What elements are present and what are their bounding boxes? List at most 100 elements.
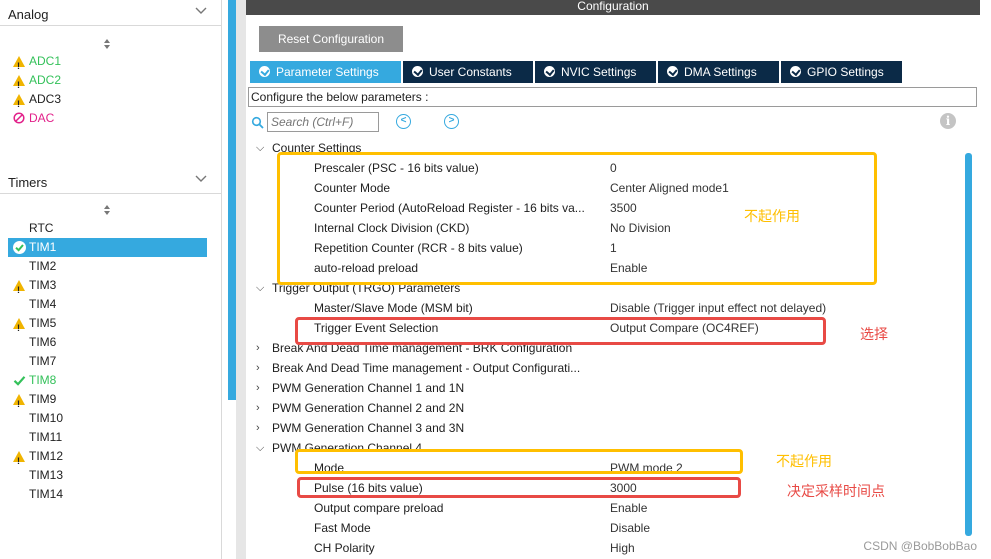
chevron-right-icon[interactable]: › xyxy=(256,398,260,418)
category-header-timers[interactable]: Timers xyxy=(0,168,222,194)
watermark: CSDN @BobBobBao xyxy=(863,539,977,553)
list-item-label: ADC1 xyxy=(29,54,62,68)
search-input[interactable] xyxy=(267,112,379,132)
list-item-tim8[interactable]: TIM8 xyxy=(8,371,207,390)
param-label: CH Polarity xyxy=(314,541,375,555)
chevron-right-icon[interactable]: › xyxy=(256,338,260,358)
category-title-analog: Analog xyxy=(8,7,49,22)
check-circle-icon xyxy=(544,66,555,77)
list-item-label: TIM8 xyxy=(29,373,57,387)
chevron-right-icon[interactable]: › xyxy=(256,418,260,438)
list-item-tim2[interactable]: TIM2 xyxy=(8,257,207,276)
list-item-label: TIM6 xyxy=(29,335,57,349)
tab-user-constants[interactable]: User Constants xyxy=(403,61,533,83)
param-value[interactable]: Disable xyxy=(610,518,650,538)
reset-configuration-button[interactable]: Reset Configuration xyxy=(259,26,403,52)
param-row-master-slave-mode[interactable]: Master/Slave Mode (MSM bit) Disable (Tri… xyxy=(246,298,964,318)
list-item-tim4[interactable]: TIM4 xyxy=(8,295,207,314)
list-item-tim1[interactable]: TIM1 xyxy=(8,238,207,257)
list-item-label: DAC xyxy=(29,111,55,125)
chevron-down-icon[interactable]: ⌵ xyxy=(256,138,264,158)
chevron-right-icon[interactable]: › xyxy=(256,378,260,398)
param-row-output-compare-preload[interactable]: Output compare preload Enable xyxy=(246,498,964,518)
list-item-label: TIM2 xyxy=(29,259,57,273)
list-item-tim5[interactable]: TIM5 xyxy=(8,314,207,338)
chevron-right-icon: > xyxy=(448,115,455,126)
param-value[interactable]: High xyxy=(610,538,635,558)
configure-description: Configure the below parameters : xyxy=(248,87,977,107)
list-item-tim7[interactable]: TIM7 xyxy=(8,352,207,371)
tab-parameter-settings[interactable]: Parameter Settings xyxy=(250,61,401,83)
check-icon xyxy=(11,371,27,390)
group-label: Break And Dead Time management - Output … xyxy=(272,361,581,375)
param-row-fast-mode[interactable]: Fast Mode Disable xyxy=(246,518,964,538)
tab-label: GPIO Settings xyxy=(807,65,884,79)
list-item-label: TIM3 xyxy=(29,278,57,292)
group-pwm-channel-1[interactable]: › PWM Generation Channel 1 and 1N xyxy=(246,378,964,398)
param-label: Output compare preload xyxy=(314,501,444,515)
list-item-label: TIM5 xyxy=(29,316,57,330)
annotation-note-trigger: 选择 xyxy=(860,327,888,343)
group-label: PWM Generation Channel 3 and 3N xyxy=(272,421,465,435)
left-scrollbar[interactable] xyxy=(228,0,236,400)
param-value[interactable]: Enable xyxy=(610,498,647,518)
annotation-box-mode xyxy=(295,449,743,474)
warning-icon xyxy=(11,314,27,338)
chevron-down-icon[interactable] xyxy=(194,172,208,189)
annotation-box-pulse xyxy=(297,477,741,498)
tab-gpio-settings[interactable]: GPIO Settings xyxy=(781,61,902,83)
group-pwm-channel-3[interactable]: › PWM Generation Channel 3 and 3N xyxy=(246,418,964,438)
chevron-down-icon[interactable]: ⌵ xyxy=(256,438,264,458)
disabled-icon xyxy=(11,109,27,128)
tab-label: DMA Settings xyxy=(684,65,757,79)
list-item-tim10[interactable]: TIM10 xyxy=(8,409,207,428)
param-label: Master/Slave Mode (MSM bit) xyxy=(314,301,473,315)
tab-nvic-settings[interactable]: NVIC Settings xyxy=(535,61,656,83)
group-output-configuration[interactable]: › Break And Dead Time management - Outpu… xyxy=(246,358,964,378)
chevron-right-icon[interactable]: › xyxy=(256,358,260,378)
check-circle-icon xyxy=(259,66,270,77)
list-item-label: TIM13 xyxy=(29,468,64,482)
tab-dma-settings[interactable]: DMA Settings xyxy=(658,61,779,83)
info-icon[interactable]: i xyxy=(940,113,956,129)
chevron-down-icon[interactable] xyxy=(194,4,208,21)
group-pwm-channel-2[interactable]: › PWM Generation Channel 2 and 2N xyxy=(246,398,964,418)
list-item-rtc[interactable]: RTC xyxy=(8,219,207,238)
list-item-tim3[interactable]: TIM3 xyxy=(8,276,207,300)
parameter-scrollbar[interactable] xyxy=(965,153,972,536)
sort-icon[interactable] xyxy=(100,203,114,217)
param-value[interactable]: Disable (Trigger input effect not delaye… xyxy=(610,298,826,318)
list-item-label: TIM11 xyxy=(29,430,63,444)
list-item-dac[interactable]: DAC xyxy=(8,109,207,128)
warning-icon xyxy=(11,276,27,300)
list-item-label: TIM7 xyxy=(29,354,57,368)
list-item-adc2[interactable]: ADC2 xyxy=(8,71,207,95)
list-item-label: ADC3 xyxy=(29,92,62,106)
list-item-tim13[interactable]: TIM13 xyxy=(8,466,207,485)
list-item-label: TIM4 xyxy=(29,297,57,311)
list-item-label: TIM14 xyxy=(29,487,64,501)
panel-splitter[interactable] xyxy=(236,0,246,559)
next-match-button[interactable]: > xyxy=(444,114,459,129)
check-circle-icon xyxy=(790,66,801,77)
chevron-down-icon[interactable]: ⌵ xyxy=(256,278,264,298)
warning-icon xyxy=(11,390,27,414)
list-item-tim9[interactable]: TIM9 xyxy=(8,390,207,414)
list-item-tim11[interactable]: TIM11 xyxy=(8,428,207,447)
sort-icon[interactable] xyxy=(100,37,114,51)
previous-match-button[interactable]: < xyxy=(396,114,411,129)
list-item-adc3[interactable]: ADC3 xyxy=(8,90,207,114)
check-circle-icon xyxy=(412,66,423,77)
group-label: PWM Generation Channel 1 and 1N xyxy=(272,381,465,395)
list-item-tim12[interactable]: TIM12 xyxy=(8,447,207,471)
group-label: PWM Generation Channel 2 and 2N xyxy=(272,401,465,415)
list-item-tim6[interactable]: TIM6 xyxy=(8,333,207,352)
warning-icon xyxy=(11,71,27,95)
param-label: Fast Mode xyxy=(314,521,371,535)
annotation-note-counter: 不起作用 xyxy=(744,209,800,225)
category-header-analog[interactable]: Analog xyxy=(0,0,222,26)
list-item-tim14[interactable]: TIM14 xyxy=(8,485,207,504)
settings-tabs: Parameter Settings User Constants NVIC S… xyxy=(250,61,976,83)
list-item-adc1[interactable]: ADC1 xyxy=(8,52,207,76)
param-row-ch-polarity[interactable]: CH Polarity High xyxy=(246,538,964,558)
